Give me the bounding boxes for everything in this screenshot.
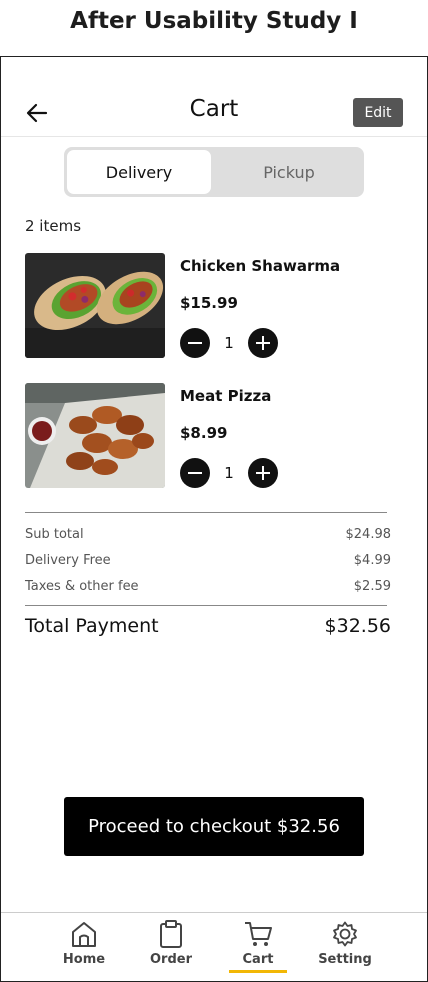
gear-icon — [333, 921, 357, 947]
total-value: $32.56 — [324, 615, 391, 637]
items-count: 2 items — [25, 217, 82, 235]
tab-delivery[interactable]: Delivery — [67, 150, 211, 194]
home-icon — [72, 922, 96, 947]
minus-icon — [188, 472, 202, 474]
nav-item-setting[interactable]: Setting — [310, 913, 380, 981]
quantity-value: 1 — [224, 334, 234, 352]
summary-divider — [25, 512, 387, 513]
minus-icon — [188, 342, 202, 344]
increase-quantity-button[interactable] — [248, 458, 278, 488]
edit-button[interactable]: Edit — [353, 98, 403, 127]
total-divider — [25, 605, 387, 606]
total-label: Total Payment — [25, 615, 159, 637]
item-price: $15.99 — [180, 294, 238, 312]
active-tab-indicator — [229, 970, 287, 973]
phone-frame: Cart Edit Delivery Pickup 2 items Chicke… — [0, 56, 428, 982]
nav-label: Cart — [242, 952, 274, 967]
nav-label: Setting — [318, 952, 372, 967]
delivery-mode-toggle: Delivery Pickup — [64, 147, 364, 197]
item-name: Meat Pizza — [180, 387, 272, 405]
item-price: $8.99 — [180, 424, 228, 442]
tab-pickup[interactable]: Pickup — [217, 150, 361, 194]
increase-quantity-button[interactable] — [248, 328, 278, 358]
cart-icon — [245, 922, 272, 946]
summary-label: Taxes & other fee — [25, 579, 139, 594]
cart-item: Chicken Shawarma $15.99 1 — [25, 253, 405, 359]
cart-item: Meat Pizza $8.99 1 — [25, 383, 405, 489]
nav-item-order[interactable]: Order — [136, 913, 206, 981]
bottom-nav: Home Order Cart Setting — [1, 912, 427, 981]
nav-item-home[interactable]: Home — [49, 913, 119, 981]
nav-label: Home — [62, 952, 106, 967]
summary-value: $24.98 — [345, 527, 392, 542]
page-heading: After Usability Study I — [70, 8, 358, 34]
summary-value: $2.59 — [353, 579, 391, 594]
clipboard-icon — [160, 920, 182, 948]
summary-label: Delivery Free — [25, 553, 111, 568]
summary-value: $4.99 — [353, 553, 391, 568]
checkout-button[interactable]: Proceed to checkout $32.56 — [64, 797, 364, 856]
item-name: Chicken Shawarma — [180, 257, 341, 275]
fried-chicken-wings-photo — [25, 383, 165, 488]
decrease-quantity-button[interactable] — [180, 458, 210, 488]
summary-label: Sub total — [25, 527, 84, 542]
shawarma-wrap-photo — [25, 253, 165, 358]
decrease-quantity-button[interactable] — [180, 328, 210, 358]
quantity-value: 1 — [224, 464, 234, 482]
nav-label: Order — [150, 952, 192, 967]
top-bar: Cart Edit — [1, 57, 427, 137]
